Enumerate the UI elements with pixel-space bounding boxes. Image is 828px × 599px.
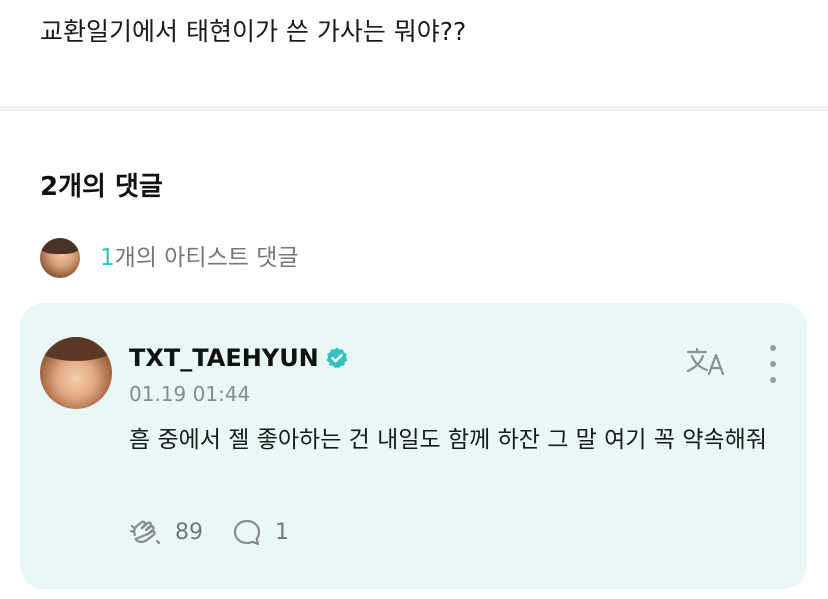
more-dot	[770, 377, 776, 383]
more-dot	[770, 361, 776, 367]
comment-bubble-icon	[233, 519, 261, 546]
comment-actions: 89 1	[129, 515, 289, 551]
comment-author-name[interactable]: TXT_TAEHYUN	[129, 341, 319, 375]
avatar-hair-shape	[40, 337, 112, 361]
comment-author-row: TXT_TAEHYUN	[129, 341, 349, 375]
translate-button[interactable]	[684, 345, 728, 379]
avatar[interactable]	[40, 337, 112, 409]
artist-comments-text: 개의 아티스트 댓글	[114, 245, 299, 271]
more-dot	[770, 345, 776, 351]
more-options-button[interactable]	[761, 345, 785, 383]
section-divider	[0, 106, 828, 111]
artist-avatar-thumbnail	[40, 238, 80, 278]
cheer-hands-icon	[129, 520, 161, 545]
comment-timestamp: 01.19 01:44	[129, 382, 251, 406]
cheer-button[interactable]: 89	[129, 515, 203, 551]
comment-body-text: 흠 중에서 젤 좋아하는 건 내일도 함께 하잔 그 말 여기 꼭 약속해줘	[129, 427, 767, 453]
artist-comments-label: 1개의 아티스트 댓글	[100, 238, 299, 278]
post-detail-page: 교환일기에서 태현이가 쓴 가사는 뭐야?? 2개의 댓글 1개의 아티스트 댓…	[0, 0, 828, 599]
post-text: 교환일기에서 태현이가 쓴 가사는 뭐야??	[40, 17, 467, 46]
verified-badge-icon	[326, 347, 348, 369]
comments-count-heading: 2개의 댓글	[40, 172, 163, 202]
artist-comments-summary[interactable]: 1개의 아티스트 댓글	[40, 238, 299, 278]
reply-button[interactable]: 1	[231, 515, 289, 551]
artist-comment-card: TXT_TAEHYUN 01.19 01:44 흠 중에서 젤 좋아하는 건 내…	[20, 303, 807, 589]
artist-comments-count: 1	[100, 245, 115, 271]
translate-icon	[686, 347, 725, 376]
reply-count: 1	[275, 520, 289, 545]
cheer-count: 89	[175, 520, 203, 545]
